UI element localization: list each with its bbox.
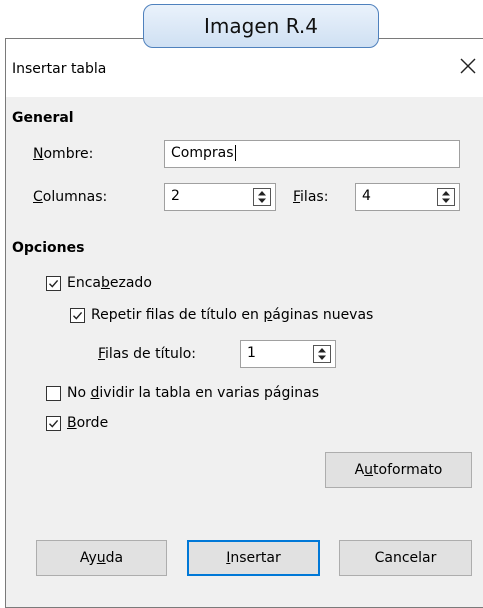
autoformat-button[interactable]: Au toformato xyxy=(325,452,472,488)
checkmark-icon xyxy=(49,279,59,288)
name-input[interactable]: Compras xyxy=(164,140,460,168)
no-split-label: No dividir la tabla en varias páginas xyxy=(67,385,319,401)
title-rows-label: Filas de título: xyxy=(98,346,197,362)
rows-value: 4 xyxy=(362,188,371,204)
no-split-checkbox-row[interactable]: No dividir la tabla en varias páginas xyxy=(46,384,319,402)
title-rows-spinbox[interactable]: 1 xyxy=(240,340,336,368)
spin-arrows-icon[interactable] xyxy=(313,345,331,363)
columns-value: 2 xyxy=(171,188,180,204)
border-checkbox-row[interactable]: Borde xyxy=(46,414,108,432)
general-heading: General xyxy=(12,110,74,126)
border-checkbox[interactable] xyxy=(46,415,61,431)
repeat-rows-label: Repetir filas de título en páginas nueva… xyxy=(91,307,374,323)
border-checkbox-label: Borde xyxy=(67,415,109,431)
cancel-button[interactable]: Cancelar xyxy=(339,540,472,576)
rows-spinbox[interactable]: 4 xyxy=(355,183,460,211)
repeat-rows-checkbox-row[interactable]: Repetir filas de título en páginas nueva… xyxy=(70,306,373,324)
columns-spinbox[interactable]: 2 xyxy=(164,183,276,211)
spin-arrows-icon[interactable] xyxy=(437,188,455,206)
image-caption: Imagen R.4 xyxy=(143,4,379,48)
title-rows-value: 1 xyxy=(247,345,256,361)
options-heading: Opciones xyxy=(12,240,85,256)
header-checkbox-row[interactable]: Encabezado xyxy=(46,274,152,292)
text-cursor xyxy=(234,145,236,161)
dialog-body: General Nombre: Compras Columnas: 2 Fila… xyxy=(6,97,483,607)
image-caption-text: Imagen R.4 xyxy=(204,14,318,38)
close-icon[interactable] xyxy=(455,53,481,79)
insert-button[interactable]: Insertar xyxy=(187,540,320,576)
columns-label: Columnas: xyxy=(33,189,108,205)
rows-label: Filas: xyxy=(293,189,329,205)
no-split-checkbox[interactable] xyxy=(46,385,61,401)
help-button[interactable]: Ay u da xyxy=(36,540,167,576)
name-label: Nombre: xyxy=(33,146,94,162)
checkmark-icon xyxy=(73,311,83,320)
insert-table-dialog: Insertar tabla General Nombre: Compras C… xyxy=(5,38,483,608)
spin-arrows-icon[interactable] xyxy=(253,188,271,206)
header-checkbox-label: Encabezado xyxy=(67,275,152,291)
repeat-rows-checkbox[interactable] xyxy=(70,307,85,323)
dialog-title: Insertar tabla xyxy=(12,61,107,77)
header-checkbox[interactable] xyxy=(46,275,61,291)
checkmark-icon xyxy=(49,419,59,428)
